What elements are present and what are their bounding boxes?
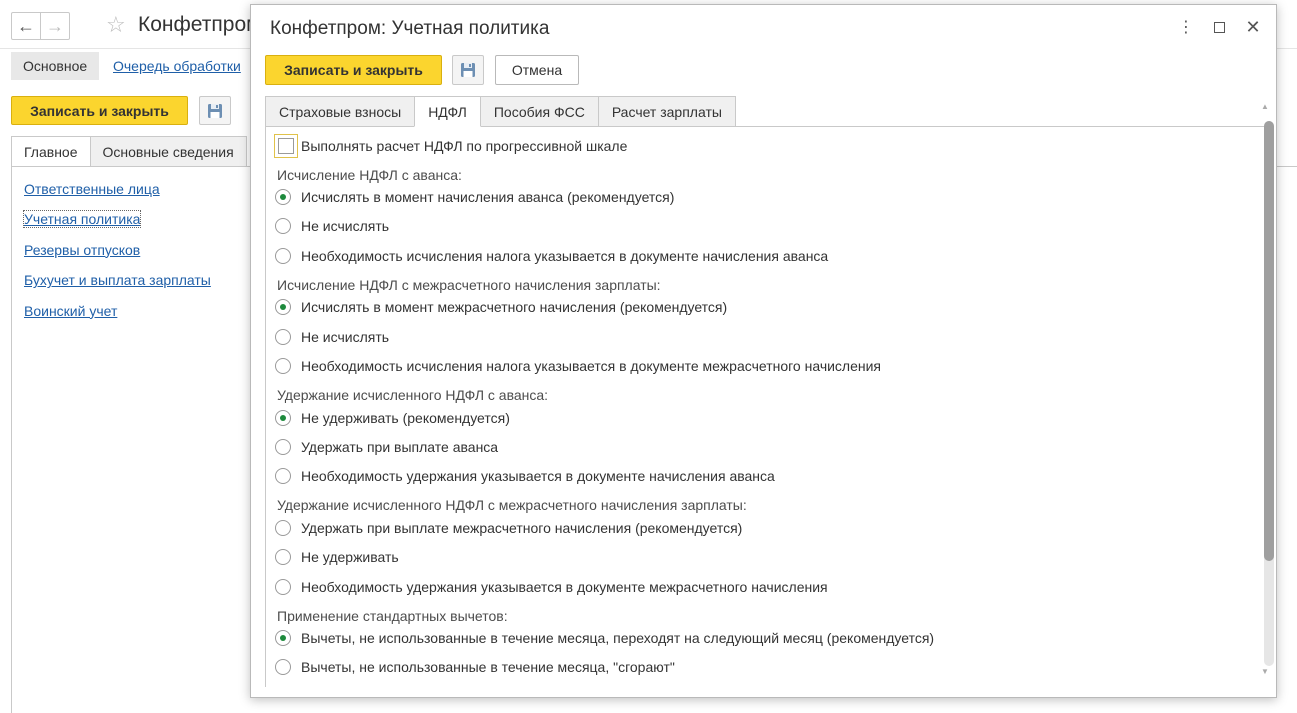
tab-insurance-contributions[interactable]: Страховые взносы — [265, 96, 416, 127]
group-standard-deductions-title: Применение стандартных вычетов: — [277, 608, 508, 624]
dialog-save-and-close-button[interactable]: Записать и закрыть — [265, 55, 442, 85]
checkbox-focus-frame — [274, 134, 298, 158]
radio-button-selected[interactable] — [275, 410, 291, 426]
group-advance-withholding-title: Удержание исчисленного НДФЛ с аванса: — [277, 387, 549, 403]
radio-option[interactable]: Необходимость удержания указывается в до… — [275, 465, 775, 487]
radio-button[interactable] — [275, 659, 291, 675]
radio-button-selected[interactable] — [275, 189, 291, 205]
radio-label: Необходимость удержания указывается в до… — [301, 579, 828, 595]
scroll-down-icon[interactable]: ▼ — [1261, 667, 1269, 676]
radio-option[interactable]: Удержать при выплате межрасчетного начис… — [275, 517, 742, 539]
section-links: Ответственные лица Учетная политика Резе… — [22, 180, 211, 332]
progressive-scale-label: Выполнять расчет НДФЛ по прогрессивной ш… — [301, 138, 628, 154]
radio-option[interactable]: Необходимость исчисления налога указывае… — [275, 355, 881, 377]
more-actions-button[interactable]: ⋮ — [1176, 17, 1196, 37]
dialog-save-button[interactable] — [452, 55, 484, 85]
radio-label: Вычеты, не использованные в течение меся… — [301, 659, 675, 675]
maximize-icon — [1213, 21, 1225, 33]
radio-button[interactable] — [275, 468, 291, 484]
panel-link-queue[interactable]: Очередь обработки — [113, 58, 241, 74]
scrollbar-thumb[interactable] — [1264, 121, 1274, 561]
group-interim-calculation-title: Исчисление НДФЛ с межрасчетного начислен… — [277, 277, 661, 293]
radio-button[interactable] — [275, 248, 291, 264]
radio-label: Не исчислять — [301, 329, 390, 345]
main-tabs: Главное Основные сведения — [11, 136, 247, 167]
panel-tab-main[interactable]: Основное — [11, 52, 100, 80]
dialog-title: Конфетпром: Учетная политика — [270, 18, 550, 39]
maximize-button[interactable] — [1209, 17, 1229, 37]
accounting-policy-dialog: Конфетпром: Учетная политика ⋮ ✕ Записат… — [250, 4, 1277, 698]
group-advance-calculation-title: Исчисление НДФЛ с аванса: — [277, 167, 462, 183]
arrow-left-icon: ← — [17, 15, 35, 36]
radio-button[interactable] — [275, 329, 291, 345]
tab-fss-benefits[interactable]: Пособия ФСС — [479, 96, 599, 127]
radio-button[interactable] — [275, 579, 291, 595]
save-button[interactable] — [199, 96, 231, 125]
radio-option[interactable]: Удержать при выплате аванса — [275, 436, 498, 458]
radio-option[interactable]: Необходимость исчисления налога указывае… — [275, 245, 828, 267]
tab-salary-calculation[interactable]: Расчет зарплаты — [597, 96, 736, 127]
group-interim-withholding-title: Удержание исчисленного НДФЛ с межрасчетн… — [277, 497, 747, 513]
tab-basic-info[interactable]: Основные сведения — [89, 136, 247, 167]
radio-option[interactable]: Вычеты, не использованные в течение меся… — [275, 627, 934, 649]
radio-option[interactable]: Не удерживать — [275, 546, 399, 568]
radio-button[interactable] — [275, 358, 291, 374]
radio-option[interactable]: Вычеты, не использованные в течение меся… — [275, 656, 675, 678]
close-icon: ✕ — [1245, 16, 1261, 37]
radio-option[interactable]: Не исчислять — [275, 215, 389, 237]
link-responsible-persons[interactable]: Ответственные лица — [24, 180, 211, 210]
link-military-registration[interactable]: Воинский учет — [24, 302, 211, 332]
radio-button[interactable] — [275, 218, 291, 234]
dialog-tabs: Страховые взносы НДФЛ Пособия ФСС Расчет… — [265, 96, 736, 127]
radio-label: Не удерживать — [301, 549, 399, 565]
radio-button-selected[interactable] — [275, 630, 291, 646]
back-button[interactable]: ← — [11, 12, 41, 40]
radio-button[interactable] — [275, 520, 291, 536]
radio-label: Вычеты, не использованные в течение меся… — [301, 630, 935, 646]
radio-label: Необходимость удержания указывается в до… — [301, 468, 775, 484]
star-icon[interactable]: ☆ — [106, 12, 126, 38]
tab-main[interactable]: Главное — [11, 136, 91, 167]
arrow-right-icon: → — [46, 15, 64, 36]
floppy-disk-icon — [461, 63, 475, 77]
radio-option[interactable]: Исчислять в момент начисления аванса (ре… — [275, 186, 674, 208]
more-vertical-icon: ⋮ — [1178, 19, 1194, 36]
save-and-close-button[interactable]: Записать и закрыть — [11, 96, 188, 125]
progressive-scale-option[interactable]: Выполнять расчет НДФЛ по прогрессивной ш… — [274, 134, 628, 158]
radio-label: Удержать при выплате аванса — [301, 439, 499, 455]
progressive-scale-checkbox[interactable] — [278, 138, 294, 154]
radio-option[interactable]: Исчислять в момент межрасчетного начисле… — [275, 296, 727, 318]
page-title: Конфетпром — [138, 13, 261, 36]
radio-label: Удержать при выплате межрасчетного начис… — [301, 520, 743, 536]
radio-label: Исчислять в момент межрасчетного начисле… — [301, 299, 728, 315]
radio-label: Не удерживать (рекомендуется) — [301, 410, 510, 426]
floppy-disk-icon — [208, 103, 222, 118]
cancel-button[interactable]: Отмена — [495, 55, 579, 85]
radio-option[interactable]: Не удерживать (рекомендуется) — [275, 407, 510, 429]
link-accounting-policy[interactable]: Учетная политика — [22, 210, 211, 240]
scroll-up-icon[interactable]: ▲ — [1261, 102, 1269, 111]
close-button[interactable]: ✕ — [1243, 17, 1263, 37]
radio-button[interactable] — [275, 439, 291, 455]
forward-button[interactable]: → — [40, 12, 70, 40]
tab-ndfl[interactable]: НДФЛ — [414, 96, 481, 127]
radio-label: Необходимость исчисления налога указывае… — [301, 358, 882, 374]
radio-label: Необходимость исчисления налога указывае… — [301, 248, 829, 264]
radio-label: Не исчислять — [301, 218, 390, 234]
radio-button[interactable] — [275, 549, 291, 565]
radio-label: Исчислять в момент начисления аванса (ре… — [301, 189, 675, 205]
radio-option[interactable]: Необходимость удержания указывается в до… — [275, 576, 828, 598]
link-accounting-salary-payment[interactable]: Бухучет и выплата зарплаты — [24, 271, 211, 301]
radio-option[interactable]: Не исчислять — [275, 326, 389, 348]
link-vacation-reserves[interactable]: Резервы отпусков — [24, 241, 211, 271]
radio-button-selected[interactable] — [275, 299, 291, 315]
